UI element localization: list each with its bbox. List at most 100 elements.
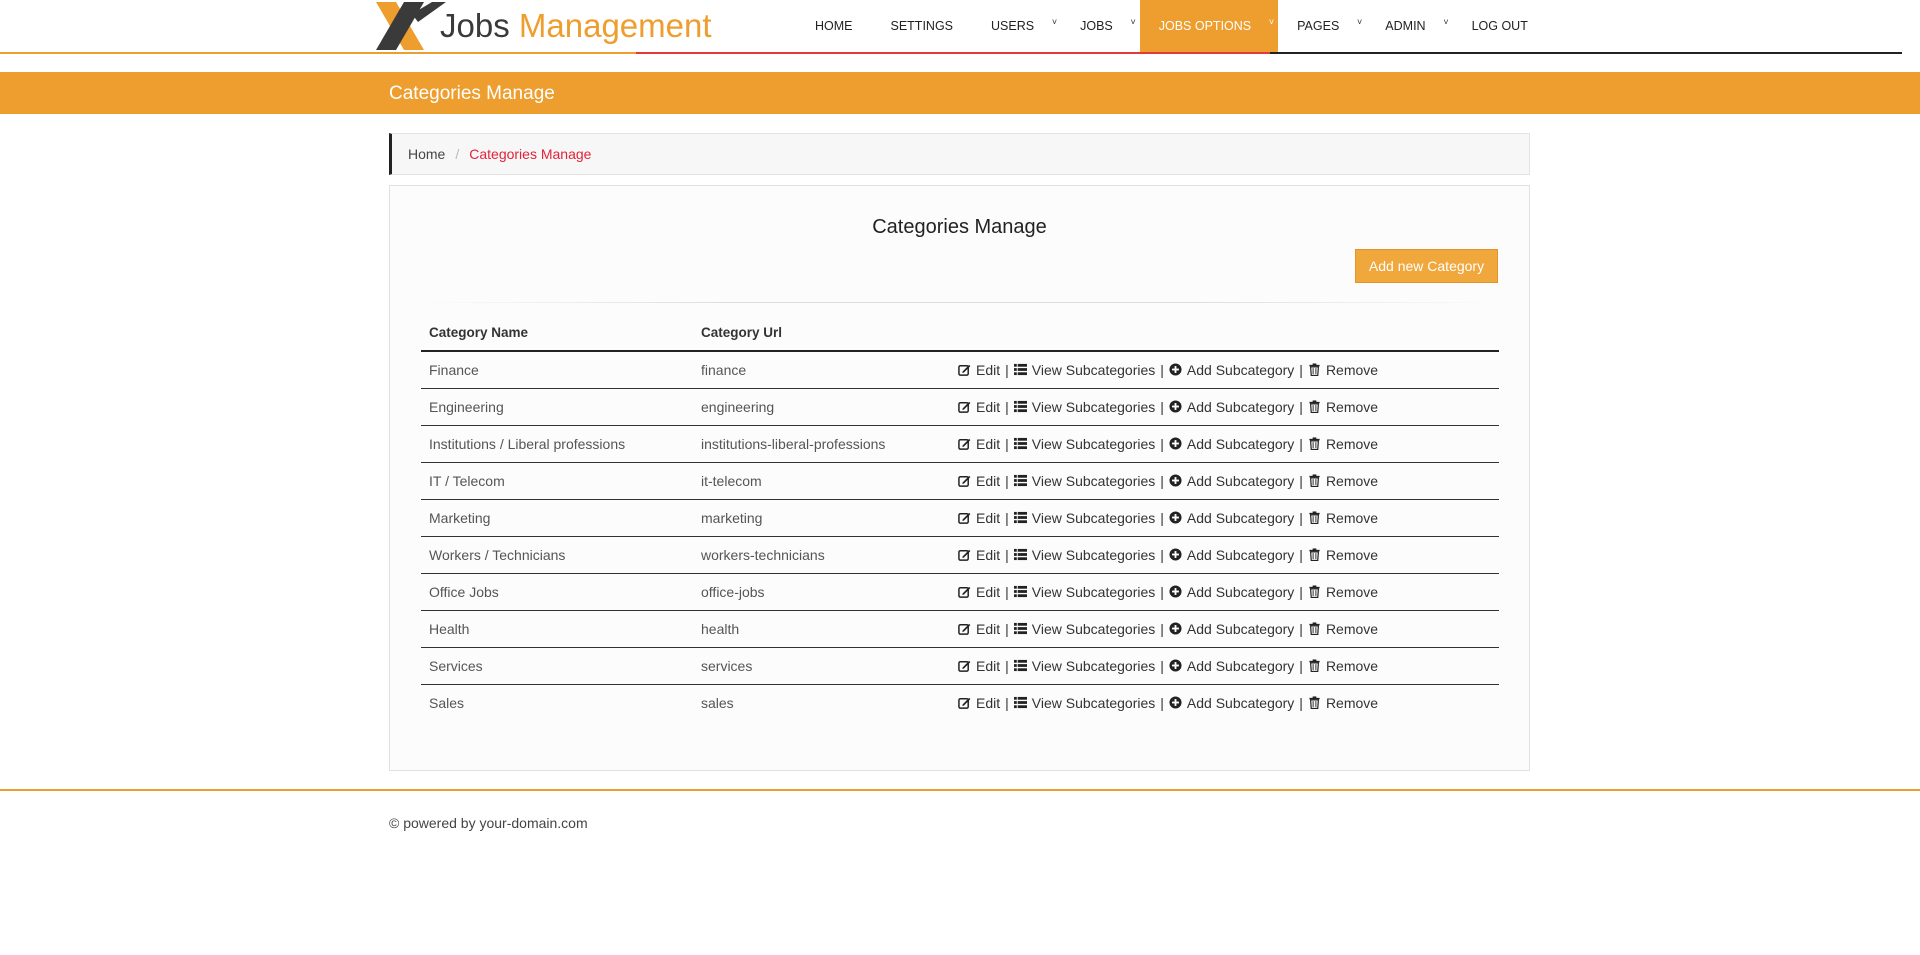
edit-link[interactable]: Edit (958, 436, 1000, 452)
nav-item-label: HOME (815, 19, 853, 33)
add-subcategory-link[interactable]: Add Subcategory (1169, 584, 1294, 600)
action-separator: | (1005, 657, 1009, 674)
add-subcategory-link[interactable]: Add Subcategory (1169, 547, 1294, 563)
view-subcategories-link[interactable]: View Subcategories (1013, 695, 1155, 711)
action-separator: | (1160, 398, 1164, 415)
view-subcategories-link-label: View Subcategories (1031, 435, 1156, 452)
category-name: Institutions / Liberal professions (421, 425, 693, 463)
nav-item-users[interactable]: USERS ˅ (972, 0, 1061, 52)
remove-link-label: Remove (1325, 472, 1379, 489)
nav-item-jobs-options[interactable]: JOBS OPTIONS ˅ (1139, 0, 1279, 52)
action-separator: | (1299, 620, 1303, 637)
view-subcategories-link[interactable]: View Subcategories (1013, 510, 1155, 526)
add-category-button[interactable]: Add new Category (1355, 249, 1498, 283)
edit-link[interactable]: Edit (958, 621, 1000, 637)
plus-circle-icon (1169, 474, 1187, 487)
nav-item-label: JOBS (1080, 19, 1113, 33)
add-subcategory-link[interactable]: Add Subcategory (1169, 658, 1294, 674)
nav-item-jobs[interactable]: JOBS ˅ (1061, 0, 1140, 52)
chevron-down-icon: ˅ (1130, 17, 1136, 27)
edit-link[interactable]: Edit (958, 584, 1000, 600)
trash-icon (1308, 659, 1326, 672)
view-subcategories-link[interactable]: View Subcategories (1013, 658, 1155, 674)
edit-link[interactable]: Edit (958, 695, 1000, 711)
logo[interactable]: Jobs Management (374, 0, 712, 52)
edit-icon (958, 363, 976, 377)
edit-link-label: Edit (976, 472, 1001, 489)
view-subcategories-link[interactable]: View Subcategories (1013, 435, 1156, 452)
trash-icon (1308, 474, 1326, 487)
view-subcategories-link[interactable]: View Subcategories (1013, 621, 1155, 637)
edit-link[interactable]: Edit (958, 510, 1000, 526)
action-separator: | (1160, 583, 1164, 600)
plus-circle-icon (1169, 511, 1187, 524)
view-subcategories-link-label: View Subcategories (1031, 472, 1156, 489)
category-name: Marketing (421, 499, 693, 537)
nav-item-admin[interactable]: ADMIN ˅ (1366, 0, 1452, 52)
edit-link[interactable]: Edit (958, 362, 1000, 378)
list-icon (1013, 511, 1032, 524)
category-url: it-telecom (693, 462, 950, 500)
view-subcategories-link[interactable]: View Subcategories (1013, 547, 1155, 563)
header-line-red (636, 52, 1270, 54)
remove-link[interactable]: Remove (1308, 399, 1378, 415)
table-row: Office Jobs office-jobs Edit | View Subcateg… (421, 573, 1499, 611)
remove-link[interactable]: Remove (1308, 510, 1378, 526)
table-row: Workers / Technicians workers-technicians… (421, 536, 1499, 574)
edit-icon (958, 548, 976, 561)
logo-text: Jobs Management (440, 7, 712, 45)
view-subcategories-link[interactable]: View Subcategories (1013, 472, 1156, 489)
nav-item-label: USERS (991, 19, 1035, 33)
add-subcategory-link[interactable]: Add Subcategory (1169, 399, 1294, 415)
list-icon (1013, 622, 1032, 635)
remove-link[interactable]: Remove (1308, 362, 1378, 378)
action-separator: | (1005, 472, 1009, 489)
table-row: Institutions / Liberal professions instit… (421, 425, 1499, 463)
action-separator: | (1299, 472, 1303, 489)
category-name: Finance (421, 351, 693, 389)
remove-link-label: Remove (1325, 694, 1379, 711)
edit-link[interactable]: Edit (958, 547, 1000, 563)
action-separator: | (1299, 657, 1303, 674)
add-subcategory-link[interactable]: Add Subcategory (1169, 436, 1294, 452)
add-subcategory-link[interactable]: Add Subcategory (1169, 362, 1294, 378)
category-url: sales (701, 694, 734, 711)
view-subcategories-link[interactable]: View Subcategories (1013, 584, 1155, 600)
add-subcategory-link[interactable]: Add Subcategory (1169, 510, 1294, 526)
remove-link[interactable]: Remove (1308, 695, 1378, 711)
edit-link-label: Edit (976, 583, 1001, 600)
view-subcategories-link[interactable]: View Subcategories (1013, 362, 1155, 378)
trash-icon (1308, 622, 1326, 635)
edit-link[interactable]: Edit (958, 658, 1000, 674)
table-row: Marketing marketing Edit | View Subcategorie… (421, 499, 1499, 537)
nav-item-label: JOBS OPTIONS (1158, 19, 1252, 33)
trash-icon (1308, 511, 1326, 524)
remove-link[interactable]: Remove (1308, 621, 1378, 637)
remove-link[interactable]: Remove (1308, 584, 1378, 600)
add-subcategory-link-label: Add Subcategory (1186, 509, 1295, 526)
nav-item-log-out[interactable]: LOG OUT (1453, 0, 1547, 52)
category-name: Health (421, 610, 693, 648)
add-subcategory-link[interactable]: Add Subcategory (1169, 621, 1294, 637)
header-line-dark (1270, 52, 1902, 54)
edit-link[interactable]: Edit (958, 399, 1000, 415)
action-separator: | (1005, 546, 1009, 563)
view-subcategories-link[interactable]: View Subcategories (1013, 399, 1155, 415)
add-subcategory-link[interactable]: Add Subcategory (1169, 473, 1294, 489)
remove-link[interactable]: Remove (1308, 473, 1378, 489)
breadcrumb-separator: / (455, 146, 460, 162)
list-icon (1013, 696, 1032, 709)
remove-link[interactable]: Remove (1308, 436, 1378, 452)
add-subcategory-link-label: Add Subcategory (1186, 657, 1295, 674)
action-separator: | (1005, 509, 1009, 526)
remove-link-label: Remove (1325, 546, 1379, 563)
action-separator: | (1160, 620, 1164, 637)
remove-link[interactable]: Remove (1308, 658, 1378, 674)
remove-link[interactable]: Remove (1308, 547, 1378, 563)
nav-item-settings[interactable]: SETTINGS (872, 0, 973, 52)
breadcrumb-home-link[interactable]: Home (408, 146, 445, 162)
add-subcategory-link[interactable]: Add Subcategory (1169, 695, 1294, 711)
nav-item-home[interactable]: HOME (796, 0, 872, 52)
edit-link[interactable]: Edit (958, 473, 1000, 489)
nav-item-pages[interactable]: PAGES ˅ (1278, 0, 1366, 52)
